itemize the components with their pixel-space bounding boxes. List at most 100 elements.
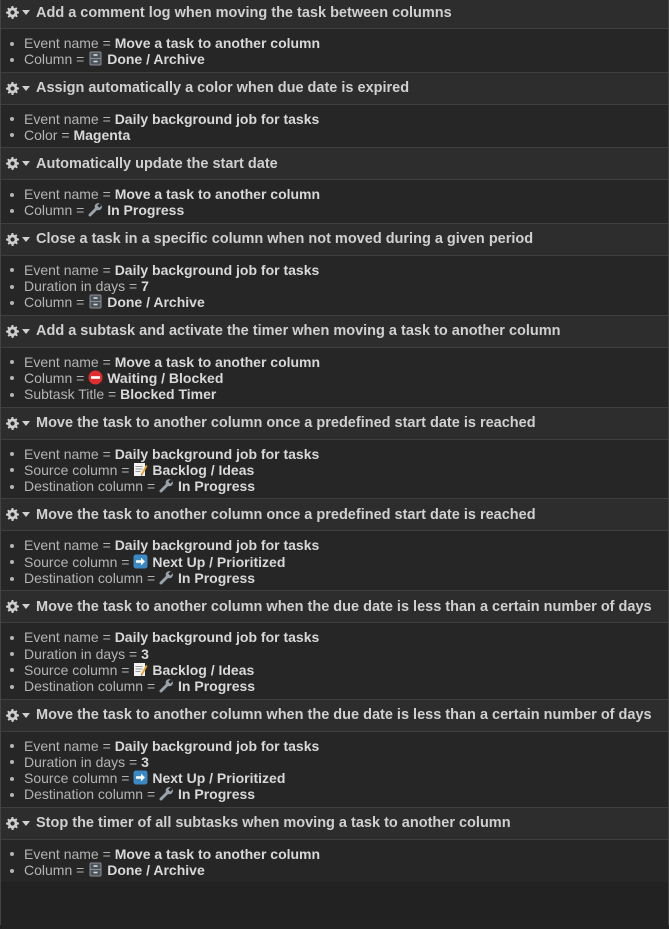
- param-item: Destination column = In Progress: [8, 786, 668, 802]
- action-header: Move the task to another column once a p…: [1, 499, 668, 532]
- param-item: Destination column = In Progress: [8, 678, 668, 694]
- gear-icon: [6, 157, 19, 171]
- action-menu-toggle[interactable]: [6, 508, 30, 522]
- param-label: Duration in days: [24, 278, 126, 295]
- param-value: Magenta: [73, 126, 131, 143]
- param-label: Event name: [24, 845, 99, 862]
- action-item: Assign automatically a color when due da…: [1, 71, 668, 148]
- param-label: Column: [24, 51, 73, 68]
- param-list: Event name = Daily background job for ta…: [8, 537, 668, 586]
- action-item: Add a subtask and activate the timer whe…: [1, 314, 668, 407]
- param-list: Event name = Daily background job for ta…: [8, 629, 668, 694]
- action-header: Stop the timer of all subtasks when movi…: [1, 807, 668, 840]
- gear-icon: [6, 508, 19, 522]
- param-list: Event name = Daily background job for ta…: [8, 738, 668, 803]
- action-header: Move the task to another column when the…: [1, 591, 668, 624]
- wrench-icon: [159, 678, 174, 693]
- action-item: Move the task to another column once a p…: [1, 498, 668, 591]
- param-label: Destination column: [24, 478, 144, 495]
- param-list: Event name = Daily background job for ta…: [8, 446, 668, 495]
- automatic-actions-list: Add a comment log when moving the task b…: [0, 0, 669, 925]
- param-label: Event name: [24, 353, 99, 370]
- action-title: Assign automatically a color when due da…: [36, 80, 410, 97]
- param-item: Duration in days = 7: [8, 278, 668, 294]
- action-params: Event name = Move a task to another colu…: [1, 347, 668, 407]
- gear-icon: [6, 600, 19, 614]
- action-menu-toggle[interactable]: [6, 324, 30, 338]
- action-menu-toggle[interactable]: [6, 6, 30, 19]
- wrench-icon: [159, 786, 174, 801]
- action-params: Event name = Move a task to another colu…: [1, 29, 668, 72]
- param-value: Next Up / Prioritized: [152, 553, 286, 570]
- action-params: Event name = Daily background job for ta…: [1, 104, 668, 148]
- param-value: Daily background job for tasks: [114, 110, 320, 127]
- param-item: Duration in days = 3: [8, 754, 668, 770]
- param-value: Done / Archive: [107, 294, 205, 311]
- action-title: Close a task in a specific column when n…: [36, 231, 534, 248]
- action-item: Move the task to another column once a p…: [1, 406, 668, 499]
- action-menu-toggle[interactable]: [6, 708, 30, 722]
- param-label: Destination column: [24, 678, 144, 695]
- action-header: Move the task to another column once a p…: [1, 407, 668, 440]
- param-item: Event name = Daily background job for ta…: [8, 446, 668, 462]
- action-title: Add a comment log when moving the task b…: [36, 4, 452, 21]
- action-menu-toggle[interactable]: [6, 816, 30, 830]
- param-value: Daily background job for tasks: [114, 261, 320, 278]
- param-item: Column = Done / Archive: [8, 51, 668, 67]
- param-label: Source column: [24, 553, 118, 570]
- caret-down-icon: [22, 328, 30, 334]
- param-item: Subtask Title = Blocked Timer: [8, 386, 668, 402]
- param-item: Source column = Next Up / Prioritized: [8, 770, 668, 786]
- action-title: Move the task to another column when the…: [36, 598, 652, 615]
- caret-down-icon: [22, 712, 30, 718]
- action-item: Stop the timer of all subtasks when movi…: [1, 806, 668, 883]
- action-title: Automatically update the start date: [36, 155, 278, 172]
- action-menu-toggle[interactable]: [6, 157, 30, 171]
- param-label: Event name: [24, 35, 99, 51]
- action-item: Close a task in a specific column when n…: [1, 222, 668, 315]
- action-header: Close a task in a specific column when n…: [1, 223, 668, 256]
- gear-icon: [6, 324, 19, 338]
- action-menu-toggle[interactable]: [6, 600, 30, 614]
- param-list: Event name = Move a task to another colu…: [8, 186, 668, 219]
- param-item: Source column = Backlog / Ideas: [8, 662, 668, 678]
- caret-down-icon: [22, 10, 30, 15]
- param-label: Event name: [24, 537, 99, 554]
- action-params: Event name = Daily background job for ta…: [1, 531, 668, 591]
- action-params: Event name = Move a task to another colu…: [1, 180, 668, 223]
- caret-down-icon: [22, 820, 30, 826]
- action-menu-toggle[interactable]: [6, 232, 30, 246]
- param-label: Source column: [24, 461, 118, 478]
- action-header: Move the task to another column when the…: [1, 699, 668, 732]
- param-value: Blocked Timer: [120, 386, 217, 403]
- file-cabinet-icon: [88, 862, 103, 877]
- action-item: Move the task to another column when the…: [1, 698, 668, 807]
- param-label: Column: [24, 369, 73, 386]
- action-item: Automatically update the start date Event…: [1, 147, 668, 223]
- param-value: In Progress: [178, 478, 256, 495]
- action-header: Automatically update the start date: [1, 148, 668, 181]
- action-menu-toggle[interactable]: [6, 416, 30, 430]
- caret-down-icon: [22, 512, 30, 518]
- param-label: Subtask Title: [24, 386, 105, 403]
- param-value: Move a task to another column: [114, 353, 321, 370]
- param-label: Event name: [24, 629, 99, 646]
- param-value: In Progress: [107, 202, 185, 219]
- param-item: Destination column = In Progress: [8, 570, 668, 586]
- param-item: Duration in days = 3: [8, 646, 668, 662]
- action-menu-toggle[interactable]: [6, 81, 30, 95]
- param-item: Column = Waiting / Blocked: [8, 370, 668, 386]
- param-value: In Progress: [178, 786, 256, 803]
- param-value: Daily background job for tasks: [114, 445, 320, 462]
- param-list: Event name = Move a task to another colu…: [8, 846, 668, 879]
- param-value: 3: [141, 753, 149, 770]
- param-item: Source column = Backlog / Ideas: [8, 462, 668, 478]
- file-cabinet-icon: [88, 294, 103, 309]
- param-label: Event name: [24, 261, 99, 278]
- param-value: In Progress: [178, 570, 256, 587]
- param-label: Source column: [24, 661, 118, 678]
- param-label: Column: [24, 294, 73, 311]
- gear-icon: [6, 232, 19, 246]
- action-title: Add a subtask and activate the timer whe…: [36, 323, 561, 340]
- caret-down-icon: [22, 161, 30, 167]
